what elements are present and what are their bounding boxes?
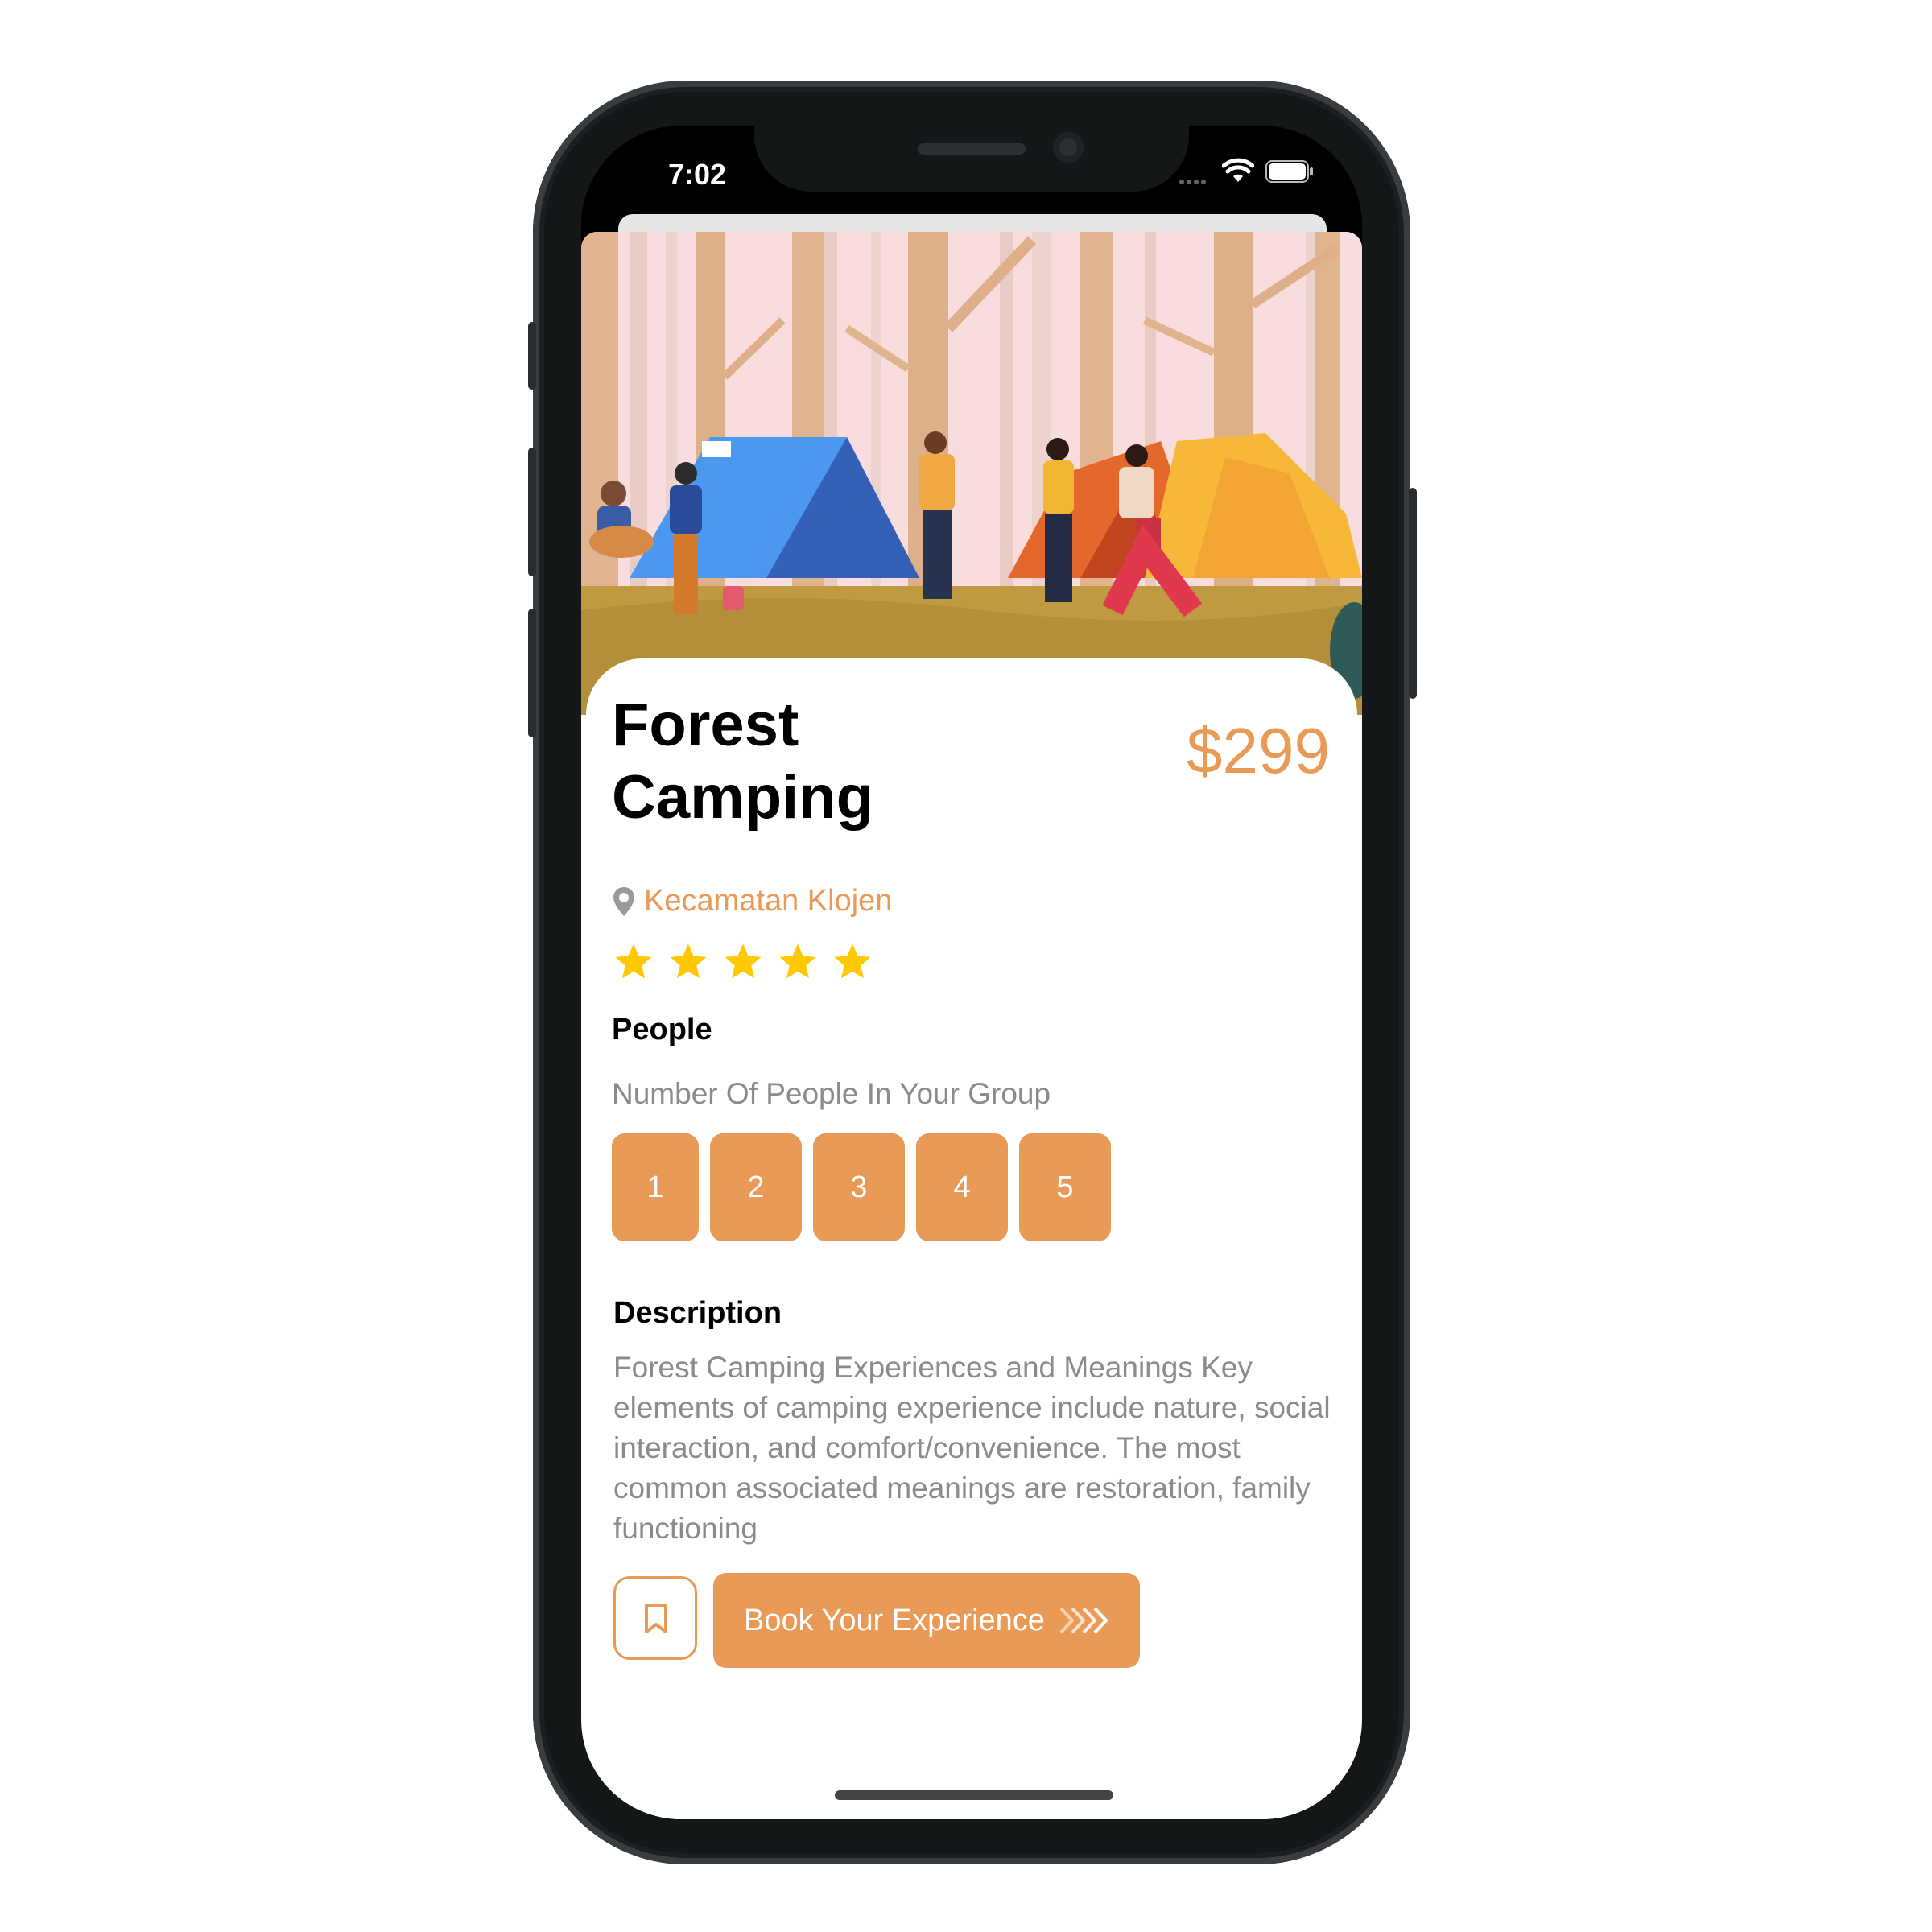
people-option-4[interactable]: 4 bbox=[916, 1133, 1008, 1241]
people-option-3[interactable]: 3 bbox=[813, 1133, 905, 1241]
star-icon bbox=[670, 943, 707, 979]
home-indicator[interactable] bbox=[835, 1790, 1113, 1800]
title-line-2: Camping bbox=[612, 763, 874, 832]
mute-switch bbox=[528, 322, 536, 390]
people-subtitle: Number Of People In Your Group bbox=[612, 1077, 1051, 1110]
price-label: $299 bbox=[1187, 715, 1330, 786]
status-time: 7:02 bbox=[667, 158, 727, 191]
detail-sheet: Forest Camping $299 Kecamatan Klojen Peo… bbox=[581, 232, 1362, 1819]
star-icon bbox=[615, 943, 652, 979]
people-option-2[interactable]: 2 bbox=[710, 1133, 802, 1241]
volume-down-button bbox=[528, 609, 536, 737]
star-icon bbox=[834, 943, 871, 979]
description-text: Forest Camping Experiences and Meanings … bbox=[613, 1351, 1331, 1545]
earpiece-speaker bbox=[918, 143, 1026, 155]
star-icon bbox=[779, 943, 816, 979]
description-heading: Description bbox=[613, 1296, 782, 1330]
people-option-5[interactable]: 5 bbox=[1019, 1133, 1111, 1241]
experience-title: Forest Camping bbox=[612, 689, 1030, 834]
bookmark-icon bbox=[645, 1604, 667, 1633]
star-icon bbox=[724, 943, 762, 979]
bookmark-button[interactable] bbox=[613, 1576, 697, 1660]
people-option-1[interactable]: 1 bbox=[612, 1133, 699, 1241]
book-experience-label: Book Your Experience bbox=[744, 1604, 1045, 1637]
cellular-icon bbox=[1179, 180, 1206, 184]
front-camera bbox=[1053, 132, 1084, 163]
battery-icon bbox=[1265, 160, 1313, 183]
wifi-icon bbox=[1222, 158, 1254, 182]
location-pin-icon bbox=[613, 887, 634, 916]
location-label[interactable]: Kecamatan Klojen bbox=[644, 881, 892, 921]
power-button bbox=[1409, 488, 1417, 699]
people-heading: People bbox=[612, 1013, 712, 1046]
hero-camping-illustration bbox=[581, 232, 1362, 715]
rating-stars bbox=[612, 940, 874, 987]
notch bbox=[754, 121, 1189, 192]
title-line-1: Forest bbox=[612, 691, 799, 759]
volume-up-button bbox=[528, 448, 536, 576]
book-experience-button[interactable]: Book Your Experience bbox=[713, 1573, 1140, 1668]
chevrons-right-icon bbox=[1059, 1607, 1108, 1634]
